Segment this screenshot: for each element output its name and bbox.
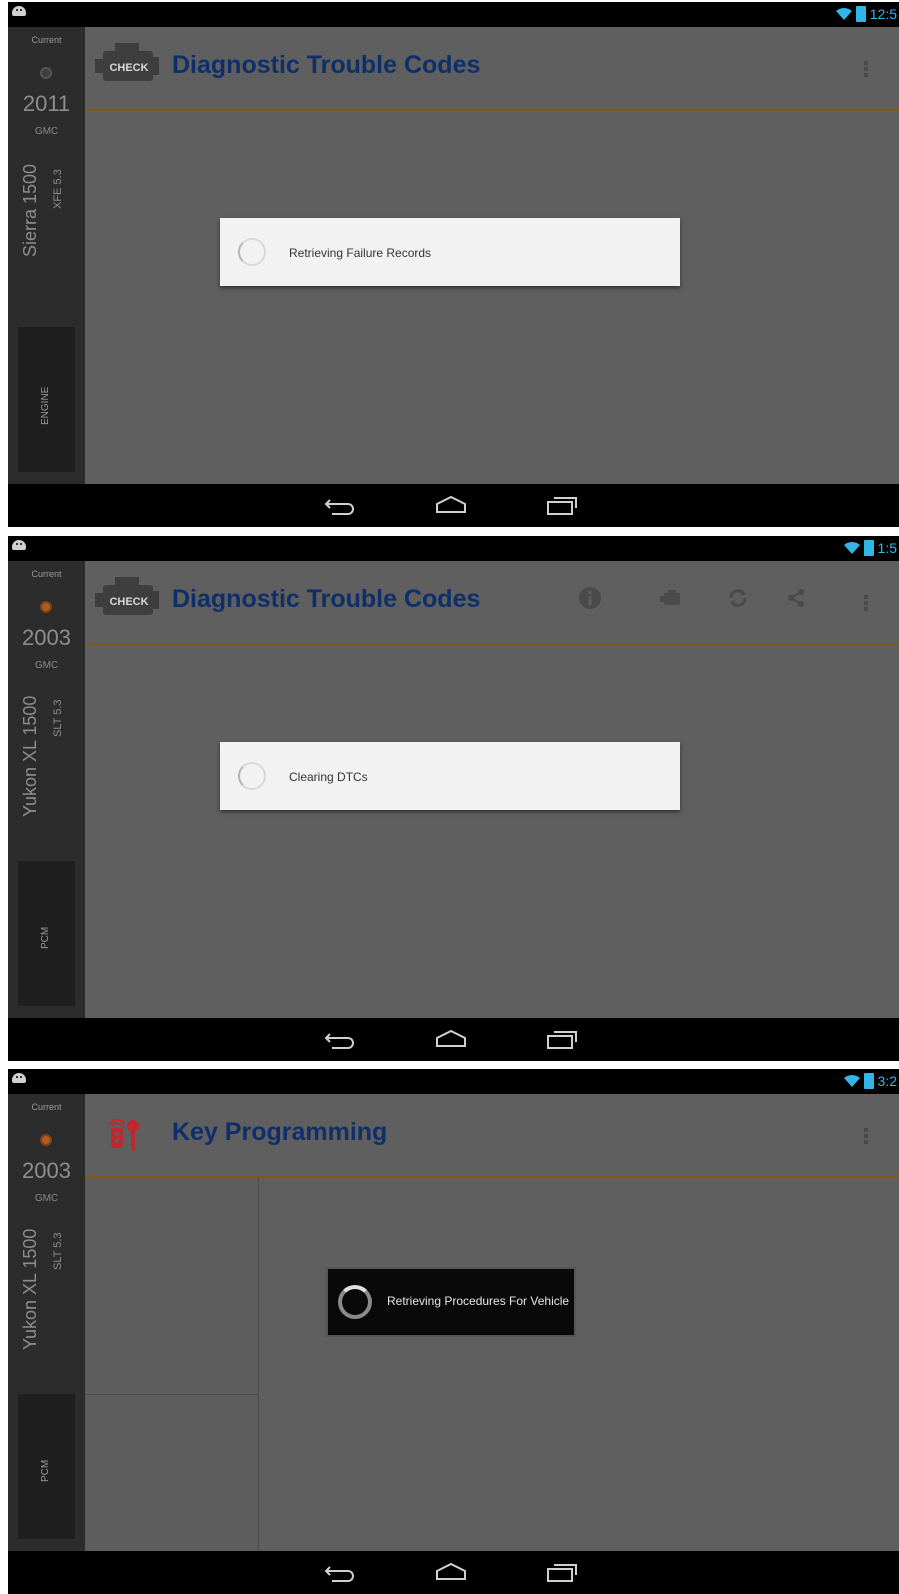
page-title: Diagnostic Trouble Codes [172, 51, 481, 79]
wifi-icon [835, 7, 852, 21]
status-bar: 3:2 [8, 1069, 899, 1094]
vehicle-trim: SLT 5.3 [52, 699, 64, 737]
vehicle-year: 2003 [22, 1158, 71, 1183]
key-fob-icon [108, 1119, 139, 1150]
overflow-menu-icon[interactable] [864, 61, 869, 79]
share-icon[interactable] [783, 585, 809, 611]
status-time: 1:5 [877, 540, 897, 556]
page-title: Key Programming [172, 1118, 388, 1146]
android-notification-icon [12, 540, 26, 550]
wifi-icon [843, 1074, 860, 1087]
screenshot-dtc-retrieving: 12:5 Current 2011 GMC Sierra 1500 XFE 5.… [8, 2, 899, 527]
overflow-menu-icon[interactable] [864, 595, 869, 613]
connection-status-icon [40, 1134, 52, 1146]
page-header: Key Programming [85, 1094, 899, 1178]
connection-status-icon [40, 601, 52, 613]
loading-spinner-icon [238, 238, 266, 266]
module-label: ENGINE [40, 386, 51, 425]
overflow-menu-icon[interactable] [864, 1128, 869, 1146]
vehicle-model: Sierra 1500 [20, 163, 40, 257]
current-label: Current [31, 569, 62, 579]
vehicle-sidebar: Current 2003 GMC Yukon XL 1500 SLT 5.3 P… [8, 1094, 85, 1551]
recent-apps-icon[interactable] [546, 1028, 578, 1050]
page-title: Diagnostic Trouble Codes [172, 585, 481, 613]
vehicle-make: GMC [34, 1193, 59, 1204]
progress-message: Clearing DTCs [289, 770, 368, 784]
vehicle-sidebar: Current 2003 GMC Yukon XL 1500 SLT 5.3 P… [8, 561, 85, 1018]
vehicle-year: 2011 [22, 91, 71, 116]
progress-dialog: Clearing DTCs [220, 742, 680, 810]
page-header: CHECK Diagnostic Trouble Codes [85, 27, 899, 111]
procedure-list-pane[interactable] [85, 1178, 259, 1395]
loading-spinner-icon [238, 762, 266, 790]
page-header: CHECK Diagnostic Trouble Codes [85, 561, 899, 645]
module-label: PCM [40, 1459, 51, 1482]
home-icon[interactable] [435, 1561, 467, 1583]
back-icon[interactable] [324, 494, 356, 516]
progress-message: Retrieving Failure Records [289, 246, 432, 260]
module-selector[interactable]: PCM [18, 861, 75, 1006]
vehicle-year: 2003 [22, 625, 71, 650]
battery-icon [855, 6, 866, 22]
back-icon[interactable] [324, 1028, 356, 1050]
current-label: Current [31, 1102, 62, 1112]
battery-icon [863, 540, 874, 556]
check-engine-icon: CHECK [95, 43, 159, 81]
navigation-bar [8, 484, 899, 527]
check-badge-text: CHECK [109, 62, 148, 74]
module-label: PCM [40, 926, 51, 949]
recent-apps-icon[interactable] [546, 494, 578, 516]
progress-message: Retrieving Procedures For Vehicle [387, 1294, 570, 1308]
status-time: 12:5 [869, 6, 897, 22]
current-label: Current [31, 35, 62, 45]
home-icon[interactable] [435, 1028, 467, 1050]
vehicle-make: GMC [34, 126, 59, 137]
navigation-bar [8, 1018, 899, 1061]
connection-status-icon [40, 67, 52, 79]
check-badge-text: CHECK [109, 596, 148, 608]
wifi-icon [843, 541, 860, 554]
progress-dialog: Retrieving Failure Records [220, 218, 680, 286]
status-time: 3:2 [877, 1073, 897, 1089]
status-bar: 12:5 [8, 2, 899, 27]
vehicle-model: Yukon XL 1500 [20, 1228, 40, 1350]
status-bar: 1:5 [8, 536, 899, 561]
module-selector[interactable]: ENGINE [18, 327, 75, 472]
progress-dialog: Retrieving Procedures For Vehicle [326, 1267, 576, 1337]
navigation-bar [8, 1551, 899, 1594]
screenshot-key-programming: 3:2 Current 2003 GMC Yukon XL 1500 SLT 5… [8, 1069, 899, 1594]
vehicle-model: Yukon XL 1500 [20, 695, 40, 817]
module-selector[interactable]: PCM [18, 1394, 75, 1539]
android-notification-icon [12, 1073, 26, 1083]
loading-spinner-icon [338, 1285, 372, 1319]
refresh-icon[interactable] [725, 585, 751, 611]
vehicle-make: GMC [34, 660, 59, 671]
recent-apps-icon[interactable] [546, 1561, 578, 1583]
battery-icon [863, 1073, 874, 1089]
info-icon[interactable] [577, 585, 603, 611]
procedure-detail-pane[interactable] [85, 1395, 259, 1551]
vehicle-sidebar: Current 2011 GMC Sierra 1500 XFE 5.3 ENG… [8, 27, 85, 484]
vehicle-trim: SLT 5.3 [52, 1232, 64, 1270]
check-engine-icon: CHECK [95, 577, 159, 615]
screenshot-dtc-clearing: 1:5 Current 2003 GMC Yukon XL 1500 SLT 5… [8, 536, 899, 1061]
home-icon[interactable] [435, 494, 467, 516]
android-notification-icon [12, 6, 26, 16]
engine-icon[interactable] [658, 585, 684, 611]
vehicle-trim: XFE 5.3 [52, 169, 64, 209]
back-icon[interactable] [324, 1561, 356, 1583]
